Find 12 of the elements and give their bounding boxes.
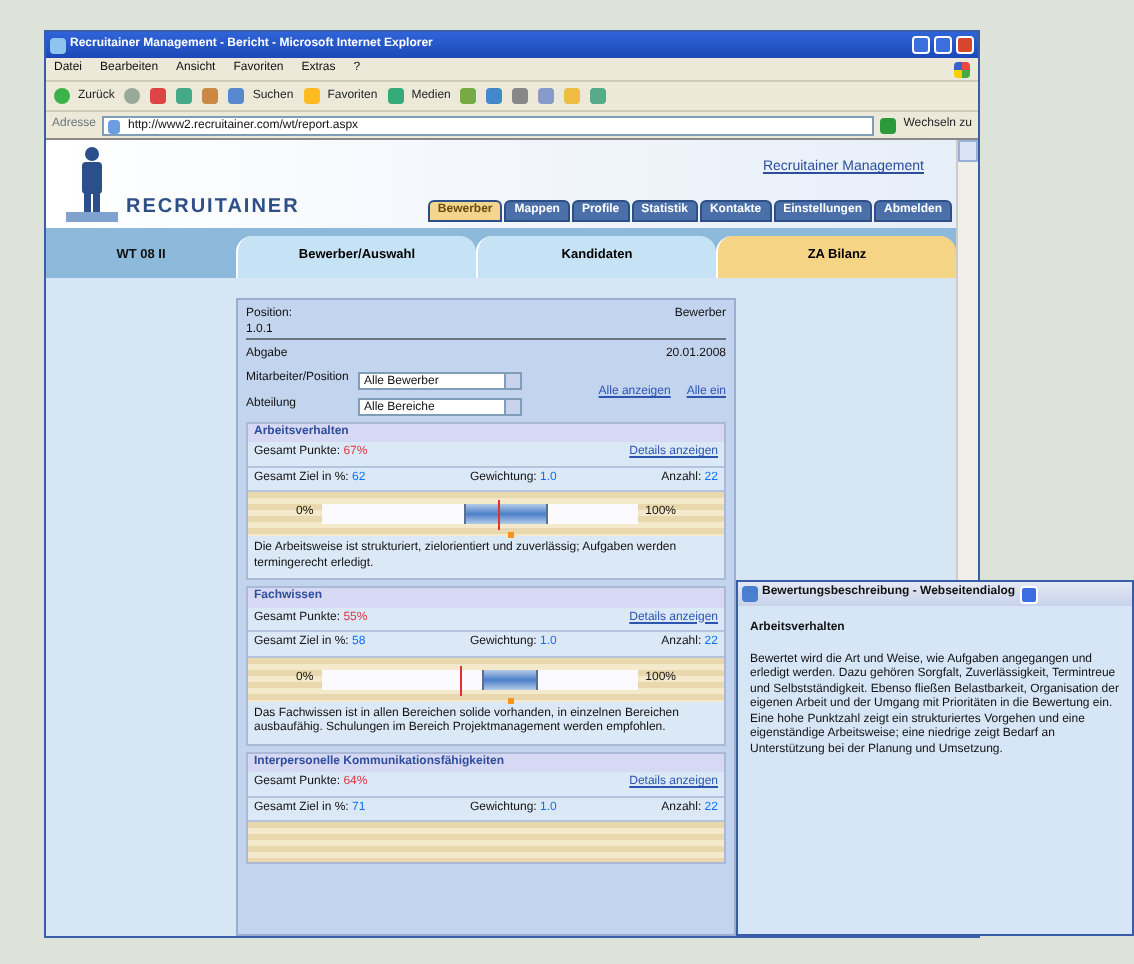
range-band: [482, 669, 537, 689]
close-button[interactable]: [956, 36, 974, 54]
windows-logo-icon: [954, 61, 970, 77]
person-figure-icon: [62, 144, 122, 224]
browser-icon: [50, 37, 66, 53]
maximize-button[interactable]: [934, 36, 952, 54]
minimize-button[interactable]: [1019, 585, 1038, 603]
logo-text: RECRUITAINER: [126, 195, 300, 220]
minimize-button[interactable]: [912, 36, 930, 54]
range-band: [463, 504, 546, 524]
dialog-icon: [742, 586, 758, 602]
page-icon: [108, 119, 121, 133]
